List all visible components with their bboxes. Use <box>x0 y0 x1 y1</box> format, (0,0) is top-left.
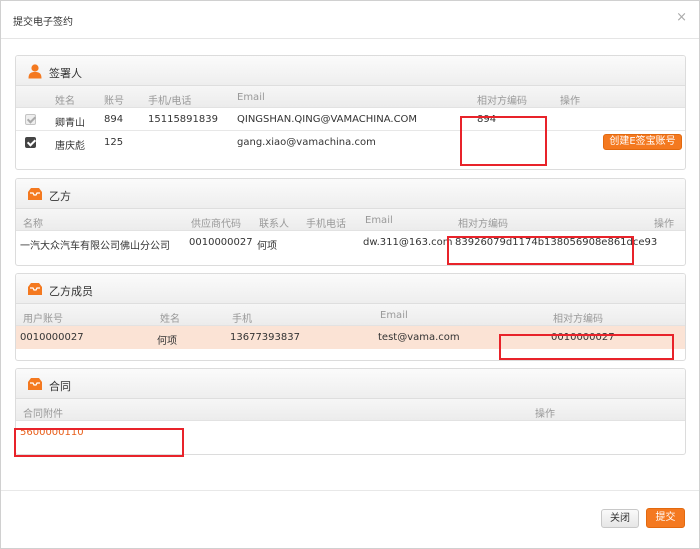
col-phone: 手机/电话 <box>148 96 192 107</box>
close-icon[interactable]: × <box>676 10 687 25</box>
member-user-account: 0010000027 <box>20 332 84 343</box>
col-email: Email <box>365 215 393 226</box>
row-checkbox[interactable] <box>25 114 36 125</box>
col-user-account: 用户账号 <box>23 314 63 325</box>
signer-account: 894 <box>104 114 124 125</box>
signer-email: QINGSHAN.QING@VAMACHINA.COM <box>237 114 418 125</box>
contract-section-header: 合同 <box>16 369 685 399</box>
col-name: 姓名 <box>160 314 180 325</box>
contract-section: 合同 合同附件 操作 5600000110 <box>15 368 686 455</box>
inbox-icon <box>28 188 42 200</box>
inbox-icon <box>28 378 42 390</box>
table-row[interactable]: 0010000027 何项 13677393837 test@vama.com … <box>16 326 685 349</box>
signers-title: 签署人 <box>49 67 82 80</box>
party-b-title: 乙方 <box>49 190 71 203</box>
contract-table-header: 合同附件 操作 <box>16 399 685 421</box>
col-action: 操作 <box>654 219 674 230</box>
member-phone: 13677393837 <box>230 332 300 343</box>
col-phone: 手机 <box>232 314 252 325</box>
col-account: 账号 <box>104 96 124 107</box>
signers-section-header: 签署人 <box>16 56 685 86</box>
dialog-header: 提交电子签约 × <box>1 1 699 39</box>
table-row: 卿青山 894 15115891839 QINGSHAN.QING@VAMACH… <box>16 108 685 131</box>
party-b-table-header: 名称 供应商代码 联系人 手机电话 Email 相对方编码 操作 <box>16 209 685 231</box>
dialog-title: 提交电子签约 <box>13 17 73 28</box>
party-b-contact: 何项 <box>257 241 277 252</box>
signers-section: 签署人 姓名 账号 手机/电话 Email 相对方编码 操作 卿青山 894 1… <box>15 55 686 170</box>
col-contact: 联系人 <box>259 219 289 230</box>
col-email: Email <box>380 310 408 321</box>
submit-button[interactable]: 提交 <box>646 508 685 528</box>
signer-name: 卿青山 <box>55 118 85 129</box>
col-name: 姓名 <box>55 96 75 107</box>
col-relcode: 相对方编码 <box>458 219 508 230</box>
party-b-members-section-header: 乙方成员 <box>16 274 685 304</box>
member-email: test@vama.com <box>378 332 460 343</box>
footer-divider <box>1 490 699 491</box>
member-name: 何项 <box>157 336 177 347</box>
party-b-supplier-code: 0010000027 <box>189 237 253 248</box>
contract-title: 合同 <box>49 380 71 393</box>
col-supplier-code: 供应商代码 <box>191 219 241 230</box>
party-b-name: 一汽大众汽车有限公司佛山分公司 <box>20 241 170 252</box>
col-relcode: 相对方编码 <box>553 314 603 325</box>
signer-account: 125 <box>104 137 124 148</box>
party-b-members-title: 乙方成员 <box>49 285 93 298</box>
col-action: 操作 <box>560 96 580 107</box>
person-icon <box>28 64 42 79</box>
party-b-section-header: 乙方 <box>16 179 685 209</box>
submit-esign-dialog: 提交电子签约 × 签署人 姓名 账号 手机/电话 Email 相对方编码 操作 … <box>0 0 700 549</box>
inbox-icon <box>28 283 42 295</box>
party-b-members-table-header: 用户账号 姓名 手机 Email 相对方编码 <box>16 304 685 326</box>
col-action: 操作 <box>535 409 555 420</box>
party-b-members-section: 乙方成员 用户账号 姓名 手机 Email 相对方编码 0010000027 何… <box>15 273 686 361</box>
col-phone: 手机电话 <box>306 219 346 230</box>
table-row: 唐庆彪 125 gang.xiao@vamachina.com 创建E签宝账号 <box>16 131 685 154</box>
col-name: 名称 <box>23 219 43 230</box>
table-row: 5600000110 <box>16 421 685 444</box>
contract-attachment-link[interactable]: 5600000110 <box>20 427 84 438</box>
col-attachment: 合同附件 <box>23 409 63 420</box>
party-b-section: 乙方 名称 供应商代码 联系人 手机电话 Email 相对方编码 操作 一汽大众… <box>15 178 686 266</box>
col-relcode: 相对方编码 <box>477 96 527 107</box>
signer-name: 唐庆彪 <box>55 141 85 152</box>
party-b-email: dw.311@163.com <box>363 237 453 248</box>
create-esign-account-button[interactable]: 创建E签宝账号 <box>603 134 682 150</box>
party-b-relcode: 83926079d1174b138056908e861dce93 <box>455 237 658 248</box>
table-row: 一汽大众汽车有限公司佛山分公司 0010000027 何项 dw.311@163… <box>16 231 685 254</box>
close-button[interactable]: 关闭 <box>601 509 639 528</box>
signers-table-header: 姓名 账号 手机/电话 Email 相对方编码 操作 <box>16 86 685 108</box>
signer-phone: 15115891839 <box>148 114 218 125</box>
member-relcode: 0010000027 <box>551 332 615 343</box>
signer-email: gang.xiao@vamachina.com <box>237 137 376 148</box>
row-checkbox[interactable] <box>25 137 36 148</box>
signer-relcode: 894 <box>477 114 497 125</box>
col-email: Email <box>237 92 265 103</box>
